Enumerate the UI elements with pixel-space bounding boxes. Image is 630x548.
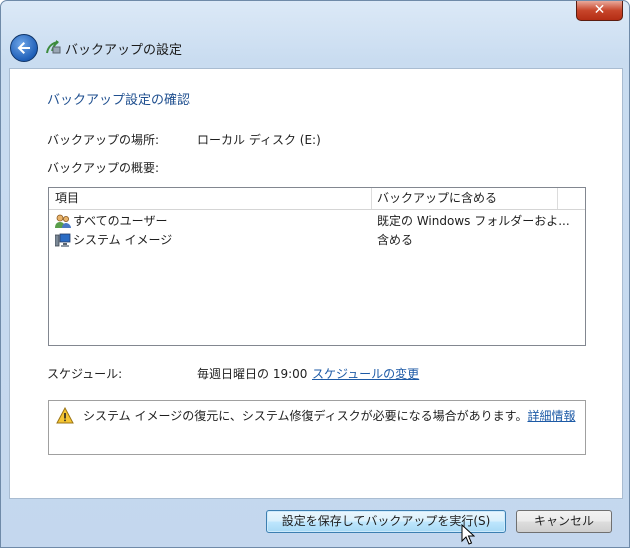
close-icon: ✕ [593,2,606,18]
cancel-button[interactable]: キャンセル [516,510,612,533]
window-title: バックアップの設定 [65,43,183,58]
column-header-include[interactable]: バックアップに含める [371,188,557,209]
warning-text: システム イメージの復元に、システム修復ディスクが必要になる場合があります。 [83,409,528,423]
row-include-value: 含める [377,233,414,247]
backup-icon [46,40,61,54]
row-include-value: 既定の Windows フォルダーおよ... [377,214,570,228]
change-schedule-link[interactable]: スケジュールの変更 [312,365,419,382]
table-header: 項目 バックアップに含める [49,188,585,210]
row-item-label: すべてのユーザー [73,214,168,228]
warning-box: システム イメージの復元に、システム修復ディスクが必要になる場合があります。詳細… [48,400,586,455]
users-icon [55,214,71,228]
schedule-label: スケジュール: [47,367,123,381]
column-header-item[interactable]: 項目 [49,188,365,209]
close-button[interactable]: ✕ [576,1,623,21]
warning-message: システム イメージの復元に、システム修復ディスクが必要になる場合があります。詳細… [83,407,575,424]
location-label: バックアップの場所: [47,133,160,147]
table-row[interactable]: システム イメージ 含める [49,231,585,250]
row-item-label: システム イメージ [73,233,173,247]
summary-label: バックアップの概要: [47,161,160,175]
backup-settings-window: ✕ バックアップの設定 バックアップ設定の確認 バックアップの場所: ローカル … [0,0,630,548]
table-row[interactable]: すべてのユーザー 既定の Windows フォルダーおよ... [49,212,585,231]
back-button[interactable] [10,34,38,62]
more-info-link[interactable]: 詳細情報 [527,409,575,423]
location-value: ローカル ディスク (E:) [197,133,321,147]
page-heading: バックアップ設定の確認 [47,93,191,108]
system-image-icon [55,233,71,247]
back-arrow-icon [17,42,30,54]
summary-table[interactable]: 項目 バックアップに含める すべてのユーザー 既定の Windows フォルダー… [48,187,586,346]
schedule-value: 毎週日曜日の 19:00 [197,367,308,381]
mouse-pointer-icon [461,524,475,545]
content-panel: バックアップ設定の確認 バックアップの場所: ローカル ディスク (E:) バッ… [9,68,623,499]
warning-icon [56,407,74,424]
